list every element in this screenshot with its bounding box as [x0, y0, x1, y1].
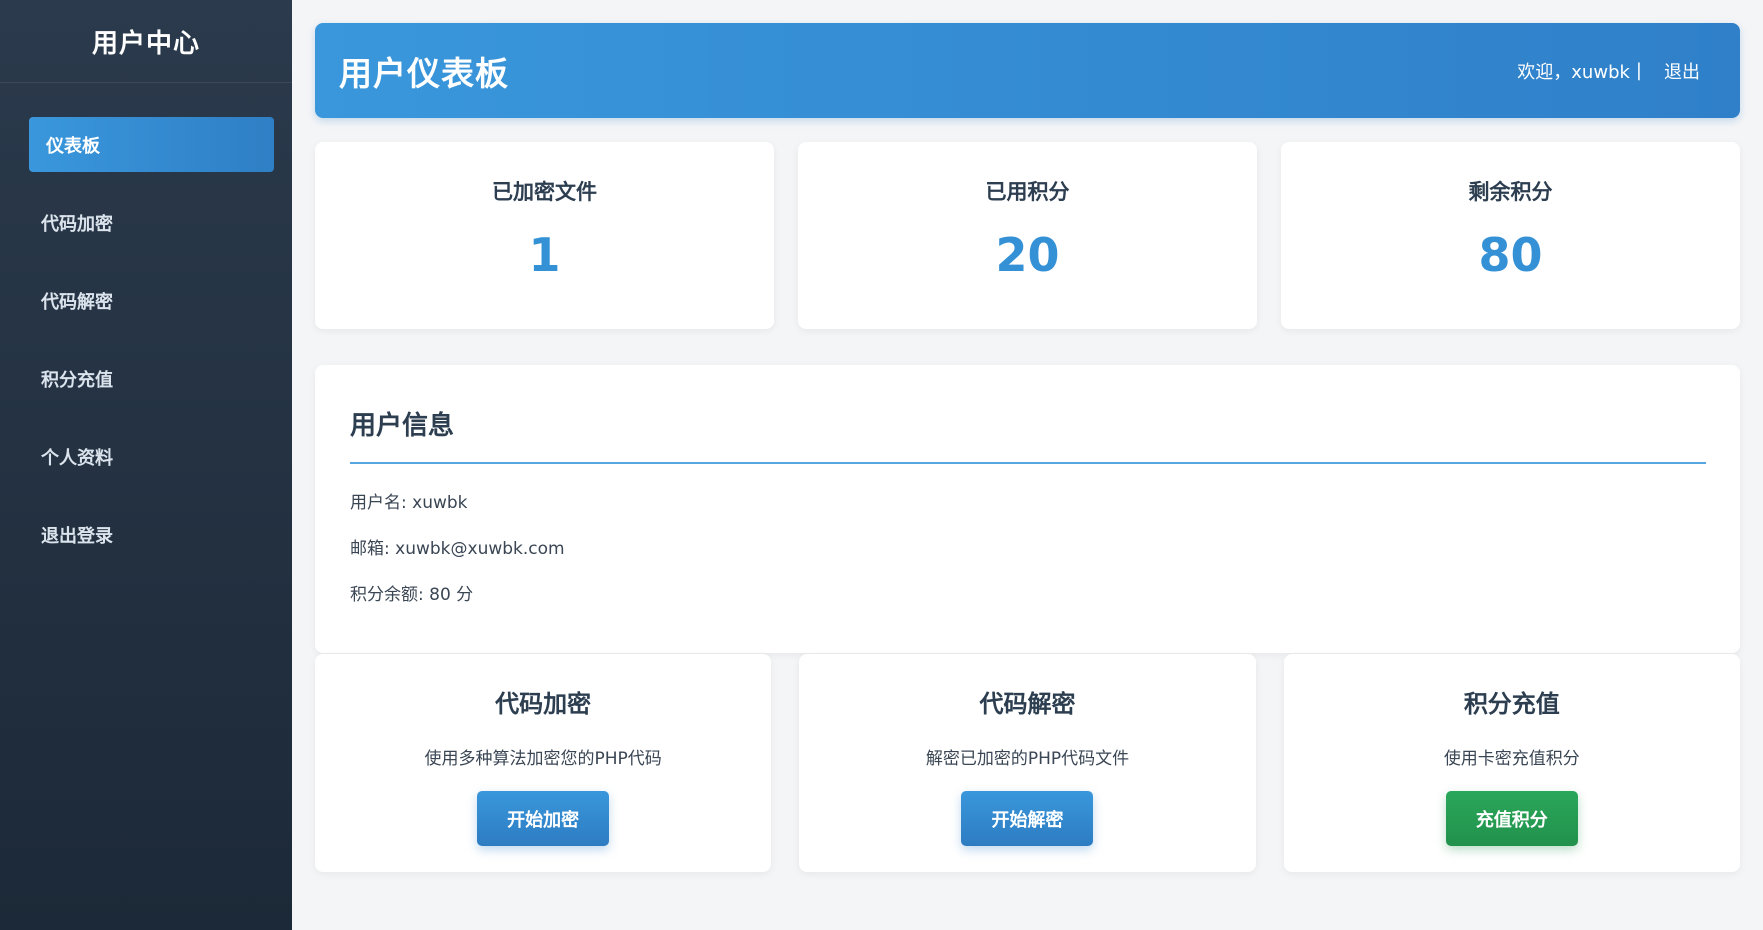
action-description: 使用卡密充值积分	[1443, 749, 1580, 769]
actions-row: 代码加密 使用多种算法加密您的PHP代码 开始加密 代码解密 解密已加密的PHP…	[315, 654, 1740, 872]
action-description: 解密已加密的PHP代码文件	[925, 749, 1130, 769]
sidebar-item-recharge[interactable]: 积分充值	[29, 351, 274, 406]
sidebar-item-label: 退出登录	[41, 525, 113, 547]
sidebar-item-profile[interactable]: 个人资料	[29, 429, 274, 484]
stat-label: 已加密文件	[492, 180, 597, 204]
sidebar-item-label: 代码解密	[41, 291, 113, 313]
stat-value: 20	[995, 228, 1060, 282]
sidebar-nav: 仪表板 代码加密 代码解密 积分充值 个人资料 退出登录	[0, 83, 292, 562]
divider	[350, 462, 1706, 464]
action-title: 代码加密	[495, 690, 592, 718]
sidebar-item-label: 个人资料	[41, 447, 113, 469]
stat-card-used-points: 已用积分 20	[798, 142, 1257, 329]
user-info-email: 邮箱: xuwbk@xuwbk.com	[350, 539, 565, 559]
stat-value: 1	[528, 228, 561, 282]
start-encrypt-button[interactable]: 开始加密	[477, 791, 610, 846]
stat-label: 已用积分	[985, 180, 1070, 204]
header-user-area: 欢迎，xuwbk | 退出	[1517, 58, 1700, 84]
sidebar-item-encrypt[interactable]: 代码加密	[29, 195, 274, 250]
start-decrypt-button[interactable]: 开始解密	[961, 791, 1094, 846]
user-info-balance: 积分余额: 80 分	[350, 585, 474, 605]
main-content: 用户仪表板 欢迎，xuwbk | 退出 已加密文件 1 已用积分 20 剩余积分…	[292, 0, 1763, 930]
action-description: 使用多种算法加密您的PHP代码	[424, 749, 662, 769]
action-card-recharge: 积分充值 使用卡密充值积分 充值积分	[1283, 654, 1740, 872]
stat-card-remaining-points: 剩余积分 80	[1281, 142, 1740, 329]
recharge-points-button[interactable]: 充值积分	[1445, 791, 1578, 846]
user-info-username: 用户名: xuwbk	[350, 493, 468, 513]
action-title: 代码解密	[979, 690, 1076, 718]
app-root: 用户中心 仪表板 代码加密 代码解密 积分充值 个人资料 退出登录 用户仪表板	[0, 0, 1763, 930]
sidebar-item-dashboard[interactable]: 仪表板	[29, 117, 274, 172]
stat-value: 80	[1478, 228, 1543, 282]
welcome-text: 欢迎，xuwbk	[1517, 61, 1630, 83]
action-card-encrypt: 代码加密 使用多种算法加密您的PHP代码 开始加密	[315, 654, 772, 872]
stats-row: 已加密文件 1 已用积分 20 剩余积分 80	[315, 142, 1740, 329]
stat-card-encrypted-files: 已加密文件 1	[315, 142, 774, 329]
sidebar-item-decrypt[interactable]: 代码解密	[29, 273, 274, 328]
action-card-decrypt: 代码解密 解密已加密的PHP代码文件 开始解密	[799, 654, 1256, 872]
user-info-card: 用户信息 用户名: xuwbk 邮箱: xuwbk@xuwbk.com 积分余额…	[315, 365, 1740, 653]
page-title: 用户仪表板	[339, 53, 509, 93]
sidebar-item-logout[interactable]: 退出登录	[29, 507, 274, 562]
sidebar: 用户中心 仪表板 代码加密 代码解密 积分充值 个人资料 退出登录	[0, 0, 292, 930]
sidebar-title: 用户中心	[0, 0, 292, 83]
user-info-title: 用户信息	[350, 411, 455, 441]
header-separator: |	[1635, 60, 1642, 81]
sidebar-item-label: 仪表板	[46, 135, 100, 157]
page-header: 用户仪表板 欢迎，xuwbk | 退出	[315, 23, 1740, 118]
stat-label: 剩余积分	[1468, 180, 1553, 204]
action-title: 积分充值	[1463, 690, 1560, 718]
logout-link[interactable]: 退出	[1664, 58, 1700, 84]
sidebar-item-label: 代码加密	[41, 213, 113, 235]
sidebar-item-label: 积分充值	[41, 369, 113, 391]
